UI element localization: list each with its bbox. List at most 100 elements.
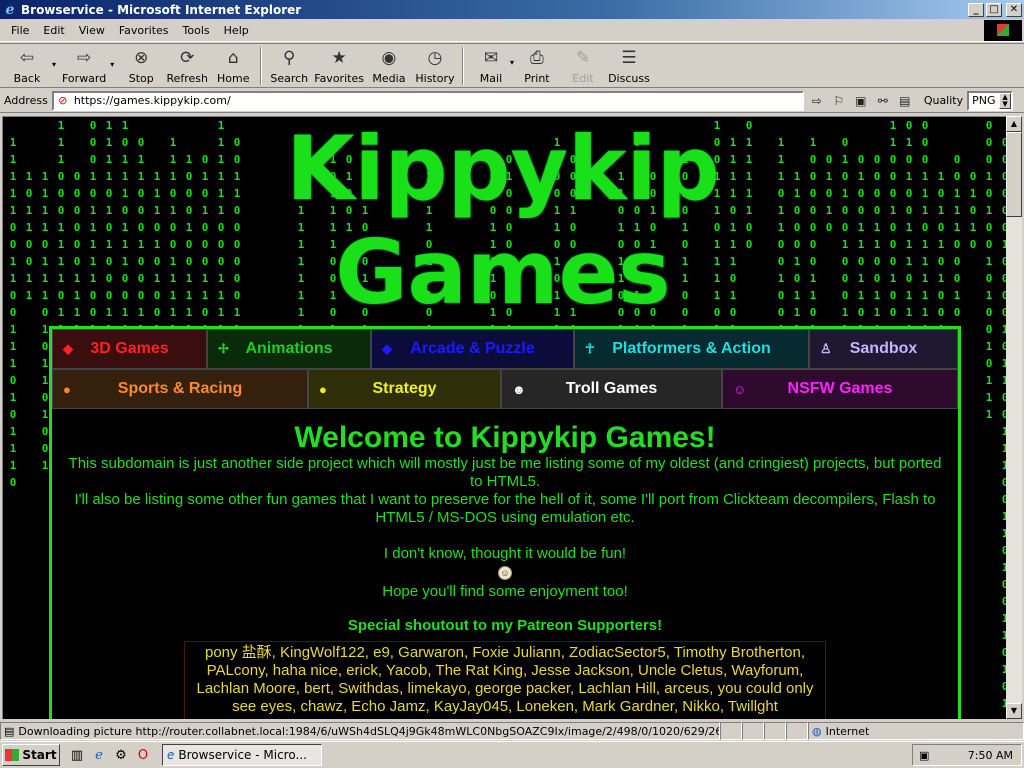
stop-button[interactable]: ⊗ Stop — [118, 44, 164, 88]
trollface-icon: ☻ — [512, 381, 526, 397]
nav-platformers-action[interactable]: ☥ Platformers & Action — [574, 329, 809, 369]
window-title-bar[interactable]: e Browservice - Microsoft Internet Explo… — [0, 0, 1024, 19]
minimize-button[interactable]: _ — [968, 2, 984, 17]
nav-troll-games[interactable]: ☻ Troll Games — [501, 369, 722, 409]
window-title: Browservice - Microsoft Internet Explore… — [21, 2, 302, 17]
address-bar: Address ⊘ ⇨ ⚐ ▣ ⚯ ▤ Quality PNG ▲▼ — [0, 89, 1024, 113]
page-viewport: 1 1 1 1 1 0 0 1 1 0 0 1 1 1 0 1 0 1 1 1 … — [2, 116, 1006, 719]
scroll-thumb[interactable] — [1006, 132, 1022, 217]
standard-toolbar: ⇦ Back ▾ ⇨ Forward ▾ ⊗ Stop ⟳ Refresh ⌂ Home ⚲ S… — [0, 43, 1024, 88]
forward-arrow-icon: ⇨ — [77, 48, 92, 68]
tray-network-icon[interactable]: ▣ — [919, 749, 929, 762]
nav-arcade-puzzle[interactable]: ◆ Arcade & Puzzle — [371, 329, 574, 369]
search-icon: ⚲ — [283, 48, 296, 68]
anime-icon: ☺ — [733, 381, 747, 397]
edit-button[interactable]: ✎ Edit — [560, 44, 606, 88]
site-title: Kippykip Games — [286, 117, 720, 324]
rain-column: 0 0 0 0 0 0 1 0 0 0 0 1 0 1 1 0 0 1 1 1 … — [999, 117, 1006, 719]
taskbar-browser-window[interactable]: e Browservice - Micro... — [162, 744, 322, 766]
scroll-down-button[interactable]: ▼ — [1006, 703, 1022, 719]
show-desktop-icon[interactable]: ▥ — [68, 746, 86, 764]
find-icon[interactable]: ⚯ — [874, 92, 892, 110]
menu-favorites[interactable]: Favorites — [112, 24, 176, 37]
discuss-button[interactable]: ☰ Discuss — [606, 44, 652, 88]
address-label: Address — [4, 94, 48, 107]
ie-quicklaunch-icon[interactable]: e — [90, 746, 108, 764]
patreon-shoutout: Special shoutout to my Patreon Supporter… — [347, 617, 663, 634]
media-icon: ◉ — [381, 48, 397, 68]
search-button[interactable]: ⚲ Search — [266, 44, 312, 88]
nav-sports-racing[interactable]: ● Sports & Racing — [52, 369, 308, 409]
history-icon: ◷ — [427, 48, 443, 68]
quality-spin-icon[interactable]: ▲ ▼ — [999, 92, 1012, 109]
bookmark-icon[interactable]: ⚐ — [830, 92, 848, 110]
menu-help[interactable]: Help — [217, 24, 256, 37]
stop-icon: ⊗ — [134, 48, 149, 68]
download-icon: ▤ — [4, 724, 15, 738]
print-button[interactable]: ⎙ Print — [514, 44, 560, 88]
nav-sandbox[interactable]: ♙ Sandbox — [809, 329, 958, 369]
diamond-icon: ◆ — [382, 341, 392, 356]
network-icon[interactable]: ⚙ — [112, 746, 130, 764]
intro-paragraph-2: I'll also be listing some other fun game… — [74, 491, 936, 526]
status-message: ▤ Downloading picture http://router.coll… — [0, 722, 720, 740]
clock: 7:50 AM — [967, 748, 1013, 762]
ie-task-icon: e — [167, 748, 175, 762]
toolbar-separator — [461, 47, 464, 85]
favorites-button[interactable]: ★ Favorites — [312, 44, 366, 88]
forward-dropdown-icon[interactable]: ▾ — [110, 60, 114, 69]
cube-icon: ◆ — [63, 341, 73, 356]
rain-column: 1 0 1 1 0 0 1 1 — [25, 170, 33, 302]
quality-label: Quality — [923, 94, 964, 107]
patron-list: pony 盐酥, KingWolf122, e9, Garwaron, Foxi… — [184, 641, 826, 719]
edit-icon: ✎ — [575, 48, 591, 68]
mail-button[interactable]: ✉ Mail ▾ — [468, 44, 514, 88]
opera-icon[interactable]: O — [134, 746, 152, 764]
category-nav-row-2: ● Sports & Racing ● Strategy ☻ Troll Games … — [52, 369, 958, 409]
rain-column: 0 1 0 1 0 — [969, 170, 977, 251]
menu-edit[interactable]: Edit — [36, 24, 71, 37]
lightbulb-icon: ● — [319, 381, 327, 397]
nav-animations[interactable]: ✢ Animations — [207, 329, 371, 369]
quality-select[interactable]: PNG ▲ ▼ — [967, 90, 1014, 111]
intro-paragraph-1: This subdomain is just another side proj… — [68, 455, 942, 490]
back-dropdown-icon[interactable]: ▾ — [52, 60, 56, 69]
intro-paragraph-4: Hope you'll find some enjoyment too! — [382, 583, 628, 600]
start-button[interactable]: Start — [2, 744, 60, 766]
address-field[interactable]: ⊘ — [51, 90, 804, 111]
address-input[interactable] — [73, 94, 774, 107]
close-button[interactable]: ✕ — [1006, 2, 1022, 17]
vertical-scrollbar[interactable]: ▲ ▼ — [1006, 116, 1022, 719]
home-icon: ⌂ — [227, 48, 239, 68]
maximize-button[interactable]: □ — [986, 2, 1002, 17]
main-panel: ◆ 3D Games ✢ Animations ◆ Arcade & Puzzle ☥… — [49, 326, 961, 719]
page-icon: ⊘ — [58, 93, 68, 107]
welcome-section: Welcome to Kippykip Games! This subdomai… — [52, 421, 958, 719]
taskbar: Start ▥ e ⚙ O e Browservice - Micro... ▣… — [0, 741, 1024, 768]
back-button[interactable]: ⇦ Back ▾ — [4, 44, 56, 88]
system-tray: ▣ 7:50 AM — [912, 744, 1022, 766]
rain-column: 1 1 1 1 1 0 0 1 1 0 0 1 1 1 0 1 0 1 1 1 … — [9, 136, 17, 489]
menu-file[interactable]: File — [4, 24, 36, 37]
scroll-up-button[interactable]: ▲ — [1006, 116, 1022, 132]
history-button[interactable]: ◷ History — [412, 44, 458, 88]
favorites-icon: ★ — [331, 48, 347, 68]
nav-3d-games[interactable]: ◆ 3D Games — [52, 329, 207, 369]
clipboard-icon[interactable]: ▤ — [896, 92, 914, 110]
media-button[interactable]: ◉ Media — [366, 44, 412, 88]
forward-button[interactable]: ⇨ Forward ▾ — [60, 44, 114, 88]
refresh-button[interactable]: ⟳ Refresh — [164, 44, 210, 88]
discuss-icon: ☰ — [621, 48, 637, 68]
toolbar-separator — [260, 47, 263, 85]
nav-nsfw-games[interactable]: ☺ NSFW Games — [722, 369, 958, 409]
smiley-icon: ☺ — [498, 566, 512, 580]
menu-tools[interactable]: Tools — [176, 24, 217, 37]
go-arrow-icon[interactable]: ⇨ — [808, 92, 826, 110]
nav-strategy[interactable]: ● Strategy — [308, 369, 501, 409]
ball-icon: ● — [63, 381, 71, 397]
home-button[interactable]: ⌂ Home — [210, 44, 256, 88]
screenshot-icon[interactable]: ▣ — [852, 92, 870, 110]
menu-view[interactable]: View — [72, 24, 112, 37]
print-icon: ⎙ — [530, 48, 544, 68]
rain-column: 0 0 0 1 0 1 0 0 1 0 1 0 0 1 0 1 1 1 — [985, 119, 993, 421]
